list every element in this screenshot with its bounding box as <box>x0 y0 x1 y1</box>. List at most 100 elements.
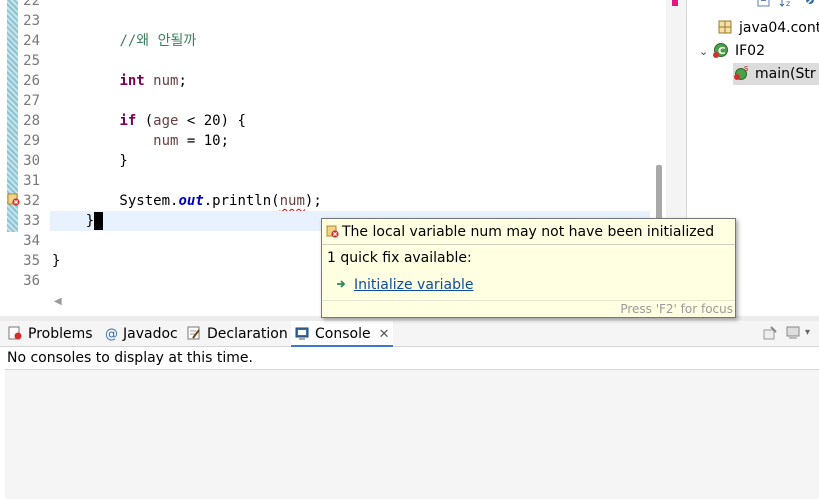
line-number: 33 <box>23 213 40 229</box>
line-number: 30 <box>23 153 40 169</box>
code-line[interactable]: if (age < 20) { <box>52 111 652 131</box>
close-icon[interactable]: ✕ <box>379 322 390 348</box>
code-token: ; <box>178 73 187 89</box>
code-line[interactable] <box>52 51 652 71</box>
code-token: } <box>52 153 128 169</box>
code-line[interactable] <box>52 11 652 31</box>
problems-icon <box>8 326 22 340</box>
line-number: 34 <box>23 233 40 249</box>
line-number: 29 <box>23 133 40 149</box>
code-line[interactable] <box>52 0 652 11</box>
code-token: System. <box>52 193 179 209</box>
line-number: 25 <box>23 53 40 69</box>
line-number: 22 <box>23 0 40 9</box>
pin-console-icon[interactable] <box>762 325 778 341</box>
class-icon: C <box>713 43 728 58</box>
svg-text:C: C <box>718 46 725 57</box>
package-icon <box>718 20 732 34</box>
outline-item-label: java04.contr <box>739 20 819 36</box>
code-token: int <box>119 73 145 89</box>
code-token: .println( <box>203 193 280 209</box>
line-number: 36 <box>23 273 40 289</box>
code-token: < 20) { <box>178 113 246 129</box>
collapse-all-icon[interactable] <box>757 0 771 8</box>
code-line[interactable]: int num; <box>52 71 652 91</box>
outline-item-method[interactable]: S main(Str <box>733 63 819 85</box>
code-token: if <box>119 113 137 129</box>
method-icon: S <box>734 65 749 80</box>
line-number: 27 <box>23 93 40 109</box>
quick-fix-item[interactable]: Initialize variable <box>336 274 474 296</box>
code-token: num <box>153 133 179 149</box>
outline-item-package[interactable]: java04.contr <box>717 17 819 39</box>
code-token: } <box>52 253 61 269</box>
javadoc-icon: @ <box>105 327 118 342</box>
console-empty-message: No consoles to display at this time. <box>7 350 253 366</box>
outline-item-class[interactable]: ⌄ C IF02 <box>699 40 765 62</box>
error-marker-icon[interactable] <box>7 193 20 206</box>
text-caret <box>94 212 104 230</box>
svg-text:z: z <box>786 0 790 8</box>
code-token: num <box>153 73 179 89</box>
tab-javadoc[interactable]: @ Javadoc <box>105 321 178 347</box>
outline-item-label: main(Str <box>755 66 816 82</box>
declaration-icon <box>187 326 200 340</box>
overview-marker[interactable] <box>672 0 678 6</box>
svg-text:S: S <box>744 65 749 73</box>
line-number: 26 <box>23 73 40 89</box>
tab-label: Javadoc <box>123 326 178 342</box>
code-line[interactable]: num = 10; <box>52 131 652 151</box>
code-token: ); <box>304 193 322 209</box>
tab-console[interactable]: Console ✕ <box>291 321 394 348</box>
quick-fix-hover[interactable]: The local variable num may not have been… <box>321 218 736 318</box>
sort-icon[interactable]: z <box>779 0 795 8</box>
console-icon <box>295 327 309 340</box>
line-number: 23 <box>23 13 40 29</box>
code-line[interactable] <box>52 171 652 191</box>
code-token: = 10; <box>178 133 230 149</box>
line-number-ruler: 22 23 24 25 26 27 28 29 30 31 32 33 34 35 36 <box>0 0 50 291</box>
tab-label: Console <box>315 326 371 342</box>
initialize-variable-link[interactable]: Initialize variable <box>354 277 474 293</box>
tab-label: Declaration <box>207 326 288 342</box>
hover-title: The local variable num may not have been… <box>326 222 714 242</box>
quick-fix-arrow-icon <box>337 280 346 288</box>
outline-item-label: IF02 <box>735 43 765 59</box>
hover-status-bar: Press 'F2' for focus <box>322 300 735 317</box>
code-token: } <box>52 213 95 229</box>
code-token: num <box>279 193 305 209</box>
line-number: 35 <box>23 253 40 269</box>
display-console-icon[interactable] <box>785 325 801 341</box>
hide-fields-icon[interactable] <box>804 0 818 8</box>
quick-fix-count: 1 quick fix available: <box>327 250 472 266</box>
code-line[interactable]: //왜 안될까 <box>52 31 652 51</box>
chevron-down-icon[interactable]: ⌄ <box>699 41 709 63</box>
code-token: //왜 안될까 <box>119 33 197 49</box>
line-number: 31 <box>23 173 40 189</box>
hover-title-text: The local variable num may not have been… <box>342 224 715 240</box>
console-area[interactable] <box>5 369 819 499</box>
hover-separator <box>322 244 735 245</box>
line-number: 28 <box>23 113 40 129</box>
code-line[interactable] <box>52 91 652 111</box>
bottom-tab-bar: Problems @ Javadoc Declaration Console ✕ ▾ <box>0 321 819 347</box>
line-number: 24 <box>23 33 40 49</box>
code-token: age <box>153 113 179 129</box>
tab-problems[interactable]: Problems <box>8 321 93 347</box>
tab-declaration[interactable]: Declaration <box>187 321 288 347</box>
focus-hint: Press 'F2' for focus <box>620 302 733 316</box>
scroll-left-arrow-icon[interactable]: ◀ <box>54 296 62 307</box>
code-line[interactable]: } <box>52 151 652 171</box>
view-menu-icon[interactable]: ▾ <box>805 325 819 341</box>
code-token: out <box>178 193 204 209</box>
code-token: ( <box>136 113 154 129</box>
tab-label: Problems <box>28 326 93 342</box>
line-number: 32 <box>23 193 40 209</box>
editor-scroll-thumb[interactable] <box>656 165 662 220</box>
code-line[interactable]: System.out.println(num); <box>52 191 652 211</box>
